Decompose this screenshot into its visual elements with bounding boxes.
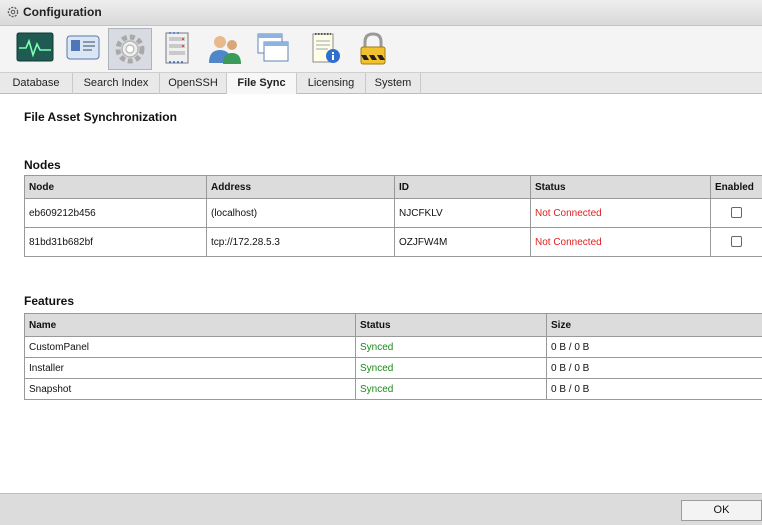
features-heading: Features [24,294,75,308]
features-table: Name Status Size CustomPanel Synced 0 B … [24,313,762,400]
gear-icon [7,6,19,18]
column-header[interactable]: Status [530,175,711,199]
column-header[interactable]: Name [24,313,356,337]
feature-size: 0 B / 0 B [546,336,762,358]
feature-name: Snapshot [24,378,356,400]
tab-openssh[interactable]: OpenSSH [160,73,227,94]
page-title: File Asset Synchronization [24,110,177,124]
feature-name: CustomPanel [24,336,356,358]
gear-icon[interactable] [108,28,152,70]
nodes-table: Node Address ID Status Enabled eb609212b… [24,175,762,257]
table-row[interactable]: Installer Synced 0 B / 0 B [24,357,762,379]
node-address: (localhost) [206,198,395,228]
table-row[interactable]: Snapshot Synced 0 B / 0 B [24,378,762,400]
window-title: Configuration [23,5,102,19]
column-header[interactable]: ID [394,175,531,199]
feature-status: Synced [355,357,547,379]
table-row[interactable]: 81bd31b682bf tcp://172.28.5.3 OZJFW4M No… [24,227,762,257]
table-row[interactable]: CustomPanel Synced 0 B / 0 B [24,336,762,358]
column-header[interactable]: Node [24,175,207,199]
enabled-cell [710,227,762,257]
node-name: eb609212b456 [24,198,207,228]
tab-system[interactable]: System [366,73,421,94]
tab-file-sync[interactable]: File Sync [227,73,297,94]
node-name: 81bd31b682bf [24,227,207,257]
padlock-icon[interactable] [352,28,396,70]
tab-licensing[interactable]: Licensing [297,73,366,94]
node-status: Not Connected [530,198,711,228]
features-header-row: Name Status Size [24,313,762,337]
tab-bar: Database Search Index OpenSSH File Sync … [0,72,762,94]
id-card-icon[interactable] [62,28,106,70]
column-header[interactable]: Address [206,175,395,199]
windows-icon[interactable] [252,28,296,70]
column-header[interactable]: Status [355,313,547,337]
table-row[interactable]: eb609212b456 (localhost) NJCFKLV Not Con… [24,198,762,228]
users-icon[interactable] [204,28,248,70]
column-header[interactable]: Enabled [710,175,762,199]
nodes-heading: Nodes [24,158,61,172]
column-header[interactable]: Size [546,313,762,337]
node-id: OZJFW4M [394,227,531,257]
toolbar [0,26,762,72]
enabled-checkbox[interactable] [731,207,742,219]
notepad-info-icon[interactable] [304,28,348,70]
tab-database[interactable]: Database [0,73,73,94]
node-status: Not Connected [530,227,711,257]
title-bar: Configuration [0,0,762,26]
server-rack-icon[interactable] [158,28,202,70]
monitor-icon[interactable] [14,28,58,70]
feature-size: 0 B / 0 B [546,357,762,379]
node-address: tcp://172.28.5.3 [206,227,395,257]
feature-name: Installer [24,357,356,379]
feature-size: 0 B / 0 B [546,378,762,400]
enabled-checkbox[interactable] [731,236,742,248]
feature-status: Synced [355,378,547,400]
enabled-cell [710,198,762,228]
nodes-header-row: Node Address ID Status Enabled [24,175,762,199]
tab-search-index[interactable]: Search Index [73,73,160,94]
footer-bar: OK [0,493,762,525]
feature-status: Synced [355,336,547,358]
ok-button[interactable]: OK [681,500,762,521]
node-id: NJCFKLV [394,198,531,228]
